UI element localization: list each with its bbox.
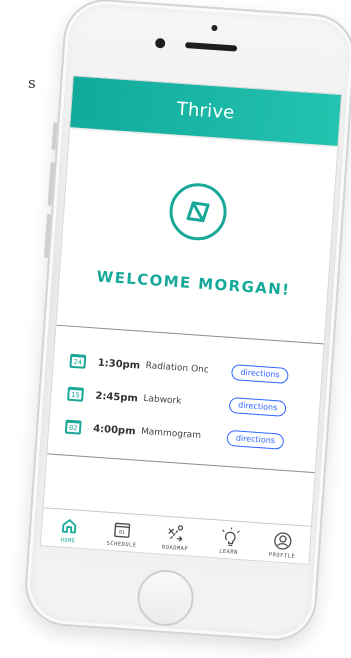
profile-icon: [274, 531, 292, 550]
tab-learn[interactable]: LEARN: [202, 519, 258, 557]
directions-button[interactable]: directions: [230, 364, 290, 384]
tab-home[interactable]: HOME: [41, 508, 97, 546]
appointment-time: 4:00pm: [92, 423, 136, 437]
stray-text: s: [28, 74, 36, 92]
tab-roadmap[interactable]: ROADMAP: [148, 516, 204, 554]
tab-label-schedule: SCHEDULE: [106, 540, 137, 549]
directions-button[interactable]: directions: [228, 397, 287, 417]
tab-schedule[interactable]: 81 SCHEDULE: [95, 512, 151, 550]
tab-label-home: HOME: [60, 537, 76, 545]
appointment-row[interactable]: 02 4:00pm Mammogram directions: [64, 415, 309, 456]
welcome-hero: WELCOME MORGAN!: [56, 127, 338, 345]
tab-label-profile: PROFILE: [268, 551, 296, 560]
compass-icon: [169, 183, 227, 241]
appointment-list: 24 1:30pm Radiation Onc directions 15 2:…: [47, 325, 324, 474]
appointment-time: 1:30pm: [97, 357, 141, 372]
tab-label-roadmap: ROADMAP: [161, 544, 189, 553]
phone-mockup: Thrive WELCOME MORGAN! 24 1:30pm Radiati…: [22, 0, 351, 644]
roadmap-icon: [168, 524, 184, 542]
calendar-icon: 81: [114, 522, 131, 538]
appointment-date: 24: [73, 357, 83, 367]
appointment-date: 15: [71, 390, 80, 399]
lightbulb-icon: [221, 526, 240, 546]
phone-screen: Thrive WELCOME MORGAN! 24 1:30pm Radiati…: [39, 75, 343, 565]
appointment-name: Mammogram: [140, 426, 202, 442]
appointment-name: Labwork: [143, 393, 182, 407]
tab-profile[interactable]: PROFILE: [255, 523, 311, 561]
appointment-name: Radiation Onc: [145, 361, 210, 376]
appointment-time: 2:45pm: [95, 390, 139, 405]
calendar-date-icon: 24: [69, 353, 87, 369]
appointment-date: 02: [68, 423, 78, 432]
calendar-badge: 81: [119, 529, 125, 535]
calendar-date-icon: 15: [67, 386, 85, 402]
app-title: Thrive: [176, 98, 236, 124]
calendar-date-icon: 02: [64, 419, 82, 435]
tab-label-learn: LEARN: [218, 548, 239, 556]
welcome-message: WELCOME MORGAN!: [96, 267, 292, 299]
device-mockup-page: s Thrive WELCOME MORGAN! 24 1:30pm Radia…: [0, 0, 351, 658]
directions-button[interactable]: directions: [226, 430, 285, 450]
home-icon: [61, 518, 77, 533]
